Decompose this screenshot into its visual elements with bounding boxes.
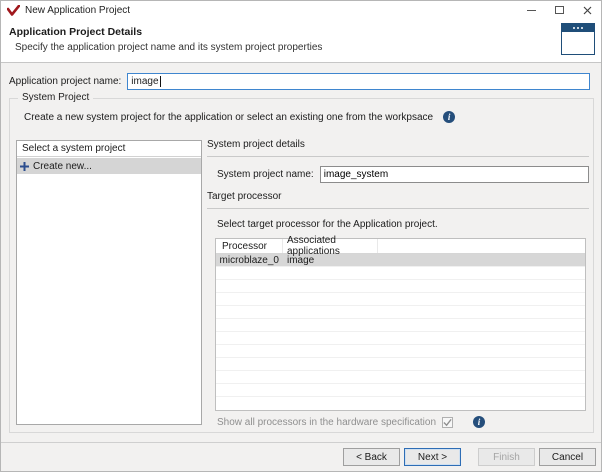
cell-processor: microblaze_0	[216, 254, 283, 266]
table-row-empty	[216, 293, 585, 306]
processor-table[interactable]: Processor Associated applications microb…	[215, 238, 586, 411]
system-project-group: System Project Create a new system proje…	[9, 98, 594, 433]
system-name-label: System project name:	[217, 169, 314, 180]
minimize-button[interactable]	[517, 1, 545, 19]
window-title: New Application Project	[25, 5, 130, 16]
check-icon	[443, 418, 452, 427]
app-name-input[interactable]: image	[127, 73, 590, 90]
group-label: System Project	[18, 92, 93, 103]
system-project-name-input[interactable]	[320, 166, 589, 183]
show-all-checkbox[interactable]	[442, 417, 453, 428]
titlebar: New Application Project	[1, 1, 601, 19]
close-button[interactable]	[573, 1, 601, 19]
maximize-icon	[555, 6, 564, 14]
target-processor-title: Target processor	[207, 191, 589, 204]
cell-applications: image	[283, 254, 378, 266]
group-description: Create a new system project for the appl…	[24, 112, 433, 123]
processor-row-microblaze-0[interactable]: microblaze_0 image	[216, 254, 585, 267]
list-item-create-new[interactable]: Create new...	[17, 158, 201, 174]
target-processor-description: Select target processor for the Applicat…	[217, 219, 589, 230]
table-row-empty	[216, 306, 585, 319]
plus-icon	[20, 162, 29, 171]
details-section-title: System project details	[207, 139, 589, 152]
table-row-empty	[216, 280, 585, 293]
list-header: Select a system project	[17, 141, 201, 157]
wizard-banner-icon	[561, 23, 595, 55]
back-button[interactable]: < Back	[343, 448, 400, 466]
info-icon[interactable]	[443, 111, 455, 123]
app-name-label: Application project name:	[9, 76, 121, 87]
table-row-empty	[216, 332, 585, 345]
wizard-header: Application Project Details Specify the …	[1, 19, 601, 63]
col-header-processor: Processor	[216, 239, 283, 253]
wizard-button-bar: < Back Next > Finish Cancel	[1, 442, 601, 471]
group-description-row: Create a new system project for the appl…	[24, 111, 583, 123]
section-divider	[207, 156, 589, 157]
table-row-empty	[216, 358, 585, 371]
new-application-project-dialog: New Application Project Application Proj…	[0, 0, 602, 472]
table-row-empty	[216, 397, 585, 410]
xilinx-logo-icon	[7, 5, 20, 16]
cancel-button[interactable]: Cancel	[539, 448, 596, 466]
table-header-row: Processor Associated applications	[216, 239, 585, 254]
app-name-row: Application project name: image	[9, 73, 590, 90]
next-button[interactable]: Next >	[404, 448, 461, 466]
app-name-value: image	[131, 76, 158, 87]
system-name-row: System project name:	[217, 166, 589, 183]
system-project-details-panel: System project details System project na…	[207, 139, 589, 428]
text-caret	[160, 76, 161, 87]
show-all-label: Show all processors in the hardware spec…	[217, 417, 436, 428]
show-all-processors-row: Show all processors in the hardware spec…	[217, 416, 589, 428]
section-divider	[207, 208, 589, 209]
table-row-empty	[216, 319, 585, 332]
maximize-button[interactable]	[545, 1, 573, 19]
info-icon[interactable]	[473, 416, 485, 428]
system-project-list: Select a system project Create new...	[16, 140, 202, 425]
list-item-label: Create new...	[33, 161, 92, 172]
window-glyph-titlebar	[562, 24, 594, 32]
close-icon	[583, 6, 592, 15]
table-row-empty	[216, 345, 585, 358]
finish-button: Finish	[478, 448, 535, 466]
page-subtitle: Specify the application project name and…	[15, 42, 322, 53]
table-row-empty	[216, 371, 585, 384]
table-row-empty	[216, 267, 585, 280]
page-title: Application Project Details	[9, 26, 142, 38]
col-header-applications: Associated applications	[283, 239, 378, 253]
table-row-empty	[216, 384, 585, 397]
minimize-icon	[527, 10, 536, 11]
window-controls	[517, 1, 601, 19]
